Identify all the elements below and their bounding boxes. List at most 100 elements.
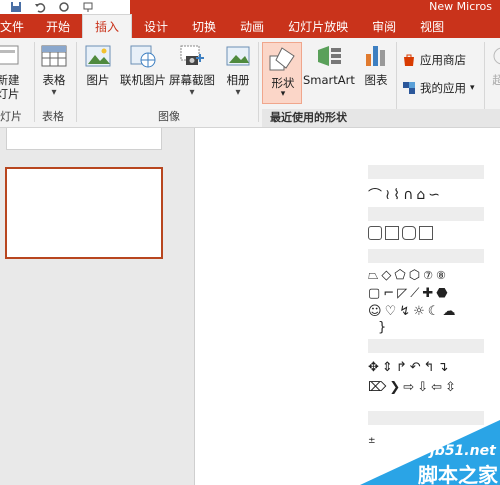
watermark-name: 脚本之家 [418,463,498,485]
arc-shape-icon[interactable]: ∩ [403,187,413,203]
album-icon [226,46,250,66]
chart-button[interactable]: 图表 [362,42,390,87]
extra-button[interactable]: 超 [488,42,500,87]
tab-review[interactable]: 审阅 [360,16,408,38]
tab-insert[interactable]: 插入 [82,14,133,38]
basic-shapes-row-2: ▢ ⌐ ◸ ⟋ ✚ ⬣ [368,283,484,303]
down-callout-arrow-shape-icon[interactable]: ⇩ [417,380,428,395]
album-button[interactable]: 相册 ▾ [224,42,252,99]
redo-icon[interactable] [56,1,72,13]
tab-transitions[interactable]: 切换 [180,16,228,38]
chart-label: 图表 [364,73,388,87]
bent-up-arrow-shape-icon[interactable]: ↴ [438,360,449,375]
tab-slideshow[interactable]: 幻灯片放映 [276,16,360,38]
group-label-slides: 灯片 [0,110,22,123]
pentagon-arrow-shape-icon[interactable]: ⌦ [368,380,386,395]
gallery-section-header [368,165,484,179]
right-callout-arrow-shape-icon[interactable]: ⇨ [403,380,414,395]
gallery-section-header [368,207,484,221]
freeform-shape-icon[interactable]: ⌇ [393,187,400,203]
my-apps-button[interactable]: 我的应用 ▾ [402,80,475,96]
my-apps-dropdown-icon: ▾ [470,83,475,93]
table-label: 表格 [42,73,66,87]
l-shape-icon[interactable]: ⌐ [383,286,394,301]
bent-arrow-shape-icon[interactable]: ↱ [396,360,407,375]
new-slide-label-2: 灯片 [0,87,20,101]
album-label: 相册 [226,73,250,87]
snip-rect-shape-icon[interactable] [402,226,416,240]
title-bar: New Micros [0,0,500,14]
undo-icon[interactable] [32,1,48,13]
shapes-button[interactable]: 形状 ▾ [262,42,302,104]
heptagon-shape-icon[interactable]: ⑦ [423,269,433,282]
table-button[interactable]: 表格 ▾ [40,42,68,99]
screenshot-icon [180,45,204,65]
diagonal-shape-icon[interactable]: ⟋ [410,286,419,301]
slide-thumbnail-selected[interactable] [5,167,163,259]
app-store-button[interactable]: 应用商店 [402,52,466,68]
table-icon [41,45,67,67]
up-down-arrow-shape-icon[interactable]: ⇕ [382,360,393,375]
curve2-shape-icon[interactable]: ∽ [428,187,440,203]
window-title: New Micros [130,0,500,14]
tab-animations[interactable]: 动画 [228,16,276,38]
new-slide-button[interactable]: 新建 灯片 [0,42,22,101]
cross-shape-icon[interactable]: ✚ [422,286,433,301]
gallery-section-header [368,249,484,263]
online-picture-icon [130,45,156,68]
arrows-row-1: ✥ ⇕ ↱ ↶ ↰ ↴ [368,357,484,377]
poly-shape-icon[interactable]: ⌂ [416,187,425,203]
screenshot-label: 屏幕截图 [169,73,215,87]
rect2-shape-icon[interactable] [419,226,433,240]
slide-thumbnail[interactable] [6,128,162,150]
tab-home[interactable]: 开始 [34,16,82,38]
half-frame-shape-icon[interactable]: ◸ [397,286,407,301]
quad-callout-arrow-shape-icon[interactable]: ⇳ [445,380,456,395]
tab-design[interactable]: 设计 [132,16,180,38]
picture-button[interactable]: 图片 [84,42,112,87]
group-label-tables: 表格 [42,110,64,123]
brace-shape-icon[interactable]: } [378,320,386,335]
rounded-rect-shape-icon[interactable] [368,226,382,240]
smartart-icon [317,46,341,66]
tab-file[interactable]: 文件 [0,16,34,38]
left-callout-arrow-shape-icon[interactable]: ⇦ [431,380,442,395]
rectangles-row [368,223,484,243]
album-dropdown-icon: ▾ [235,87,241,98]
chart-icon [366,46,385,66]
screenshot-button[interactable]: 屏幕截图 ▾ [169,42,215,99]
my-apps-label: 我的应用 [420,81,466,95]
octagon-shape-icon[interactable]: ⑧ [436,269,446,282]
scribble-shape-icon[interactable]: ≀ [385,187,390,203]
hexagon-shape-icon[interactable]: ⬡ [409,268,420,283]
quick-access-toolbar [0,0,96,14]
recent-shapes-header: 最近使用的形状 [262,109,500,127]
left-up-arrow-shape-icon[interactable]: ↰ [424,360,435,375]
pentagon-shape-icon[interactable]: ⬠ [394,268,405,283]
smartart-button[interactable]: SmartArt [303,42,355,87]
save-icon[interactable] [8,1,24,13]
picture-label: 图片 [86,73,110,87]
trapezoid-shape-icon[interactable]: ⏢ [368,268,378,283]
frame-shape-icon[interactable]: ▢ [368,286,380,301]
u-turn-arrow-shape-icon[interactable]: ↶ [410,360,421,375]
present-icon[interactable] [80,1,96,13]
online-picture-label: 联机图片 [120,73,166,87]
tab-view[interactable]: 视图 [408,16,456,38]
curve-shape-icon[interactable]: ⌒ [368,185,382,205]
chevron-arrow-shape-icon[interactable]: ❯ [389,380,400,395]
quad-arrow-shape-icon[interactable]: ✥ [368,360,379,375]
plaque-shape-icon[interactable]: ⬣ [436,286,447,301]
online-picture-button[interactable]: 联机图片 [120,42,166,87]
rect-shape-icon[interactable] [385,226,399,240]
shapes-dropdown-icon: ▾ [280,89,286,99]
gallery-section-header [368,339,484,353]
arrows-row-2: ⌦ ❯ ⇨ ⇩ ⇦ ⇳ [368,377,484,397]
apps-icon [403,82,415,94]
group-divider [34,42,35,122]
group-divider [76,42,77,122]
basic-shapes-row-4: } [368,317,484,337]
diamond-shape-icon[interactable]: ◇ [381,268,391,283]
lines-row: ⌒ ≀ ⌇ ∩ ⌂ ∽ [368,185,484,205]
ribbon-tabs: 文件 开始 插入 设计 切换 动画 幻灯片放映 审阅 视图 [0,14,500,38]
